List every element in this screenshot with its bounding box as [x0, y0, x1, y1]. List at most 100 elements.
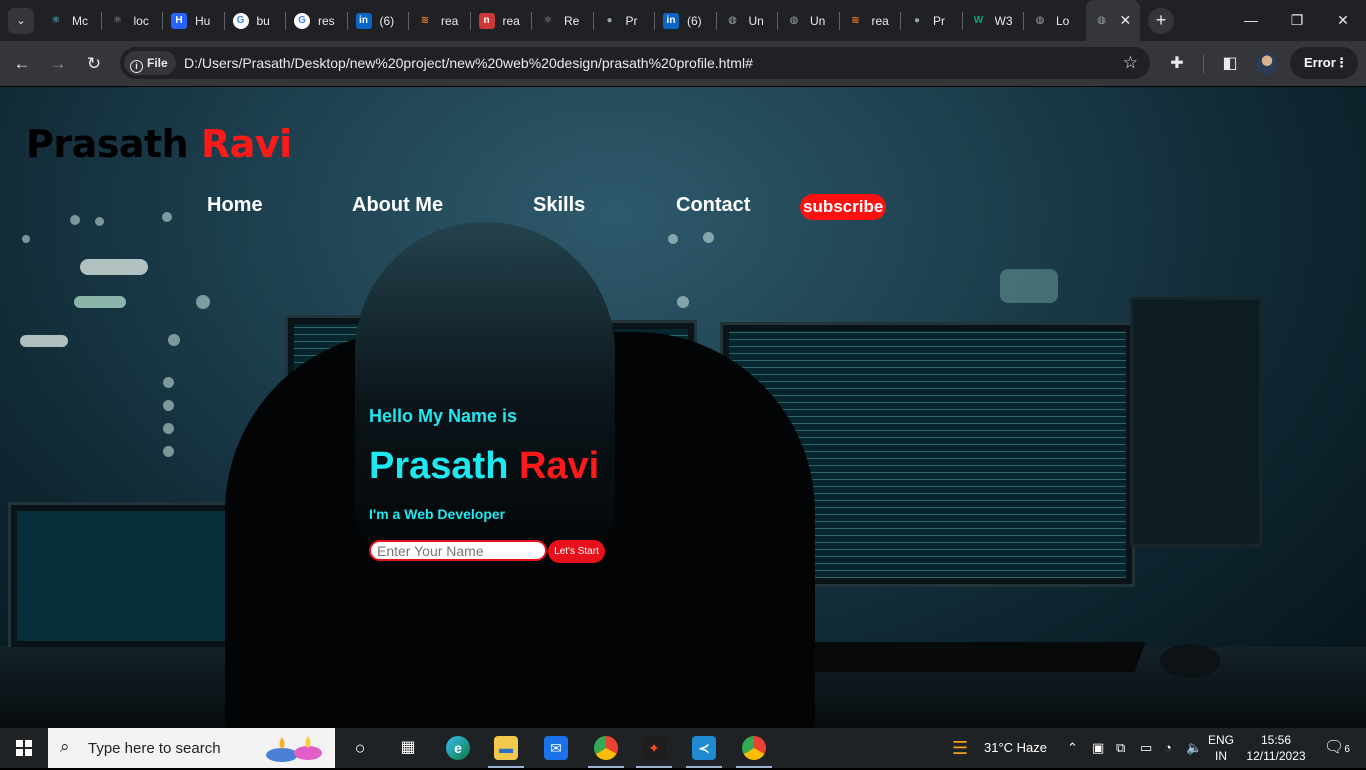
meet-now-icon[interactable]: ▣	[1092, 728, 1104, 768]
back-arrow-icon[interactable]: ←	[8, 50, 36, 78]
address-bar[interactable]: i File D:/Users/Prasath/Desktop/new%20pro…	[120, 47, 1150, 79]
globe-icon: ◍	[728, 14, 737, 26]
task-view-button[interactable]: ▦	[384, 728, 432, 768]
restore-icon[interactable]: ❐	[1274, 0, 1320, 41]
notification-count: 6	[1344, 744, 1350, 755]
react-icon: ⚛	[113, 14, 122, 26]
chrome-app[interactable]	[582, 728, 630, 768]
stackoverflow-icon: ≋	[851, 14, 860, 26]
folder-icon: ▬	[494, 736, 518, 760]
notification-center-icon[interactable]: 🗨6	[1324, 728, 1350, 768]
react-icon: ⚛	[51, 14, 61, 26]
file-explorer-app[interactable]: ▬	[482, 728, 530, 768]
chevron-up-icon[interactable]: ⌃	[1067, 728, 1078, 768]
tab[interactable]: ● Pr	[594, 0, 655, 41]
tab[interactable]: Gbu	[225, 0, 286, 41]
chrome-app[interactable]	[730, 728, 778, 768]
screen-record-icon[interactable]: ⧉	[1116, 728, 1125, 768]
tab[interactable]: ◍ Lo	[1024, 0, 1086, 41]
nav-contact[interactable]: Contact	[676, 194, 750, 217]
tab[interactable]: W W3	[963, 0, 1024, 41]
figma-app[interactable]: ✦	[630, 728, 678, 768]
github-icon: ●	[606, 14, 613, 26]
tab-search-button[interactable]: ⌄	[8, 8, 34, 34]
tab-title: Lo	[1056, 13, 1070, 28]
error-label: Error	[1304, 55, 1336, 70]
error-menu-button[interactable]: Error ⋮	[1290, 47, 1358, 79]
name-input[interactable]	[369, 540, 547, 561]
bookmark-star-icon[interactable]: ☆	[1123, 47, 1138, 79]
battery-icon[interactable]: ▭	[1140, 728, 1152, 768]
logo-last-name: Ravi	[200, 122, 292, 166]
start-button[interactable]	[0, 728, 48, 768]
tab[interactable]: in (6)	[348, 0, 409, 41]
tab[interactable]: ◍ Un	[778, 0, 840, 41]
github-icon: ●	[913, 14, 921, 26]
language-indicator[interactable]: ENG IN	[1208, 732, 1234, 764]
monitor-far-right	[1130, 297, 1262, 547]
tab-title: Un	[748, 13, 764, 28]
logo-first-name: Prasath	[26, 122, 189, 166]
weather-haze-icon[interactable]: ☰	[952, 728, 968, 768]
new-tab-button[interactable]: +	[1148, 8, 1174, 34]
reload-icon[interactable]: ↻	[80, 50, 108, 78]
edge-icon: e	[446, 736, 470, 760]
google-icon: G	[294, 12, 310, 29]
tab-title: (6)	[379, 13, 395, 28]
figma-icon: ✦	[642, 736, 666, 760]
vscode-app[interactable]: ≺	[680, 728, 728, 768]
linkedin-icon: in	[663, 12, 679, 29]
mail-app[interactable]: ✉	[532, 728, 580, 768]
tab-title: res	[318, 13, 335, 28]
region-code: IN	[1215, 749, 1227, 763]
taskbar-search-box[interactable]: ⌕ Type here to search	[48, 728, 335, 768]
tab[interactable]: in (6)	[655, 0, 717, 41]
nav-about-me[interactable]: About Me	[352, 194, 443, 217]
google-icon: G	[232, 12, 249, 29]
tab[interactable]: ⚛ Mc	[40, 0, 102, 41]
system-clock[interactable]: 15:56 12/11/2023	[1246, 732, 1306, 764]
task-view-button[interactable]: ○	[336, 728, 384, 768]
tab[interactable]: H Hu	[163, 0, 225, 41]
clock-time: 15:56	[1260, 733, 1292, 747]
weather-text[interactable]: 31°C Haze	[984, 728, 1047, 768]
tab[interactable]: ● Pr	[901, 0, 963, 41]
globe-icon: ◍	[789, 14, 799, 26]
tab-title: loc	[133, 13, 149, 28]
subscribe-button[interactable]: subscribe	[800, 194, 887, 220]
vscode-icon: ≺	[692, 736, 716, 760]
hero-first-name: Prasath	[369, 445, 509, 487]
wifi-icon[interactable]: ◔	[1164, 728, 1172, 768]
tab[interactable]: ≋ rea	[840, 0, 901, 41]
site-info-chip[interactable]: i File	[124, 51, 176, 75]
w3schools-icon: W	[973, 14, 984, 26]
mouse	[1160, 644, 1220, 678]
tab[interactable]: ⚛ Re	[532, 0, 594, 41]
edge-app[interactable]: e	[434, 728, 482, 768]
close-tab-icon[interactable]: ✕	[1120, 12, 1132, 29]
nav-skills[interactable]: Skills	[533, 194, 585, 217]
task-view-icon: ▦	[400, 739, 416, 756]
side-panel-icon[interactable]: ◧	[1216, 50, 1244, 78]
tab[interactable]: ◍ Un	[717, 0, 778, 41]
globe-icon: ◍	[1097, 14, 1106, 26]
tab-title: Re	[564, 13, 580, 28]
minimize-icon[interactable]: —	[1228, 0, 1274, 41]
volume-icon[interactable]: 🔈	[1186, 728, 1202, 768]
tab[interactable]: ≋ rea	[409, 0, 471, 41]
chrome-icon	[742, 736, 766, 760]
tab[interactable]: Gres	[286, 0, 348, 41]
tab-list: ⚛ Mc ⚛ loc H Hu Gbu Gres in (6) ≋ rea n rea ⚛ R…	[40, 0, 1140, 41]
tab-title: bu	[256, 13, 270, 28]
lets-start-button[interactable]: Let's Start	[548, 540, 605, 563]
close-window-icon[interactable]: ✕	[1320, 0, 1366, 41]
profile-avatar[interactable]	[1256, 53, 1278, 75]
site-logo[interactable]: Prasath Ravi	[26, 122, 292, 166]
extensions-puzzle-icon[interactable]: ✚	[1163, 50, 1191, 78]
url-text[interactable]: D:/Users/Prasath/Desktop/new%20project/n…	[184, 47, 753, 79]
nav-home[interactable]: Home	[207, 194, 263, 217]
tab[interactable]: ⚛ loc	[102, 0, 163, 41]
tab[interactable]: n rea	[471, 0, 532, 41]
tab-active[interactable]: ◍ ✕	[1085, 0, 1140, 41]
forward-arrow-icon[interactable]: →	[44, 50, 72, 78]
